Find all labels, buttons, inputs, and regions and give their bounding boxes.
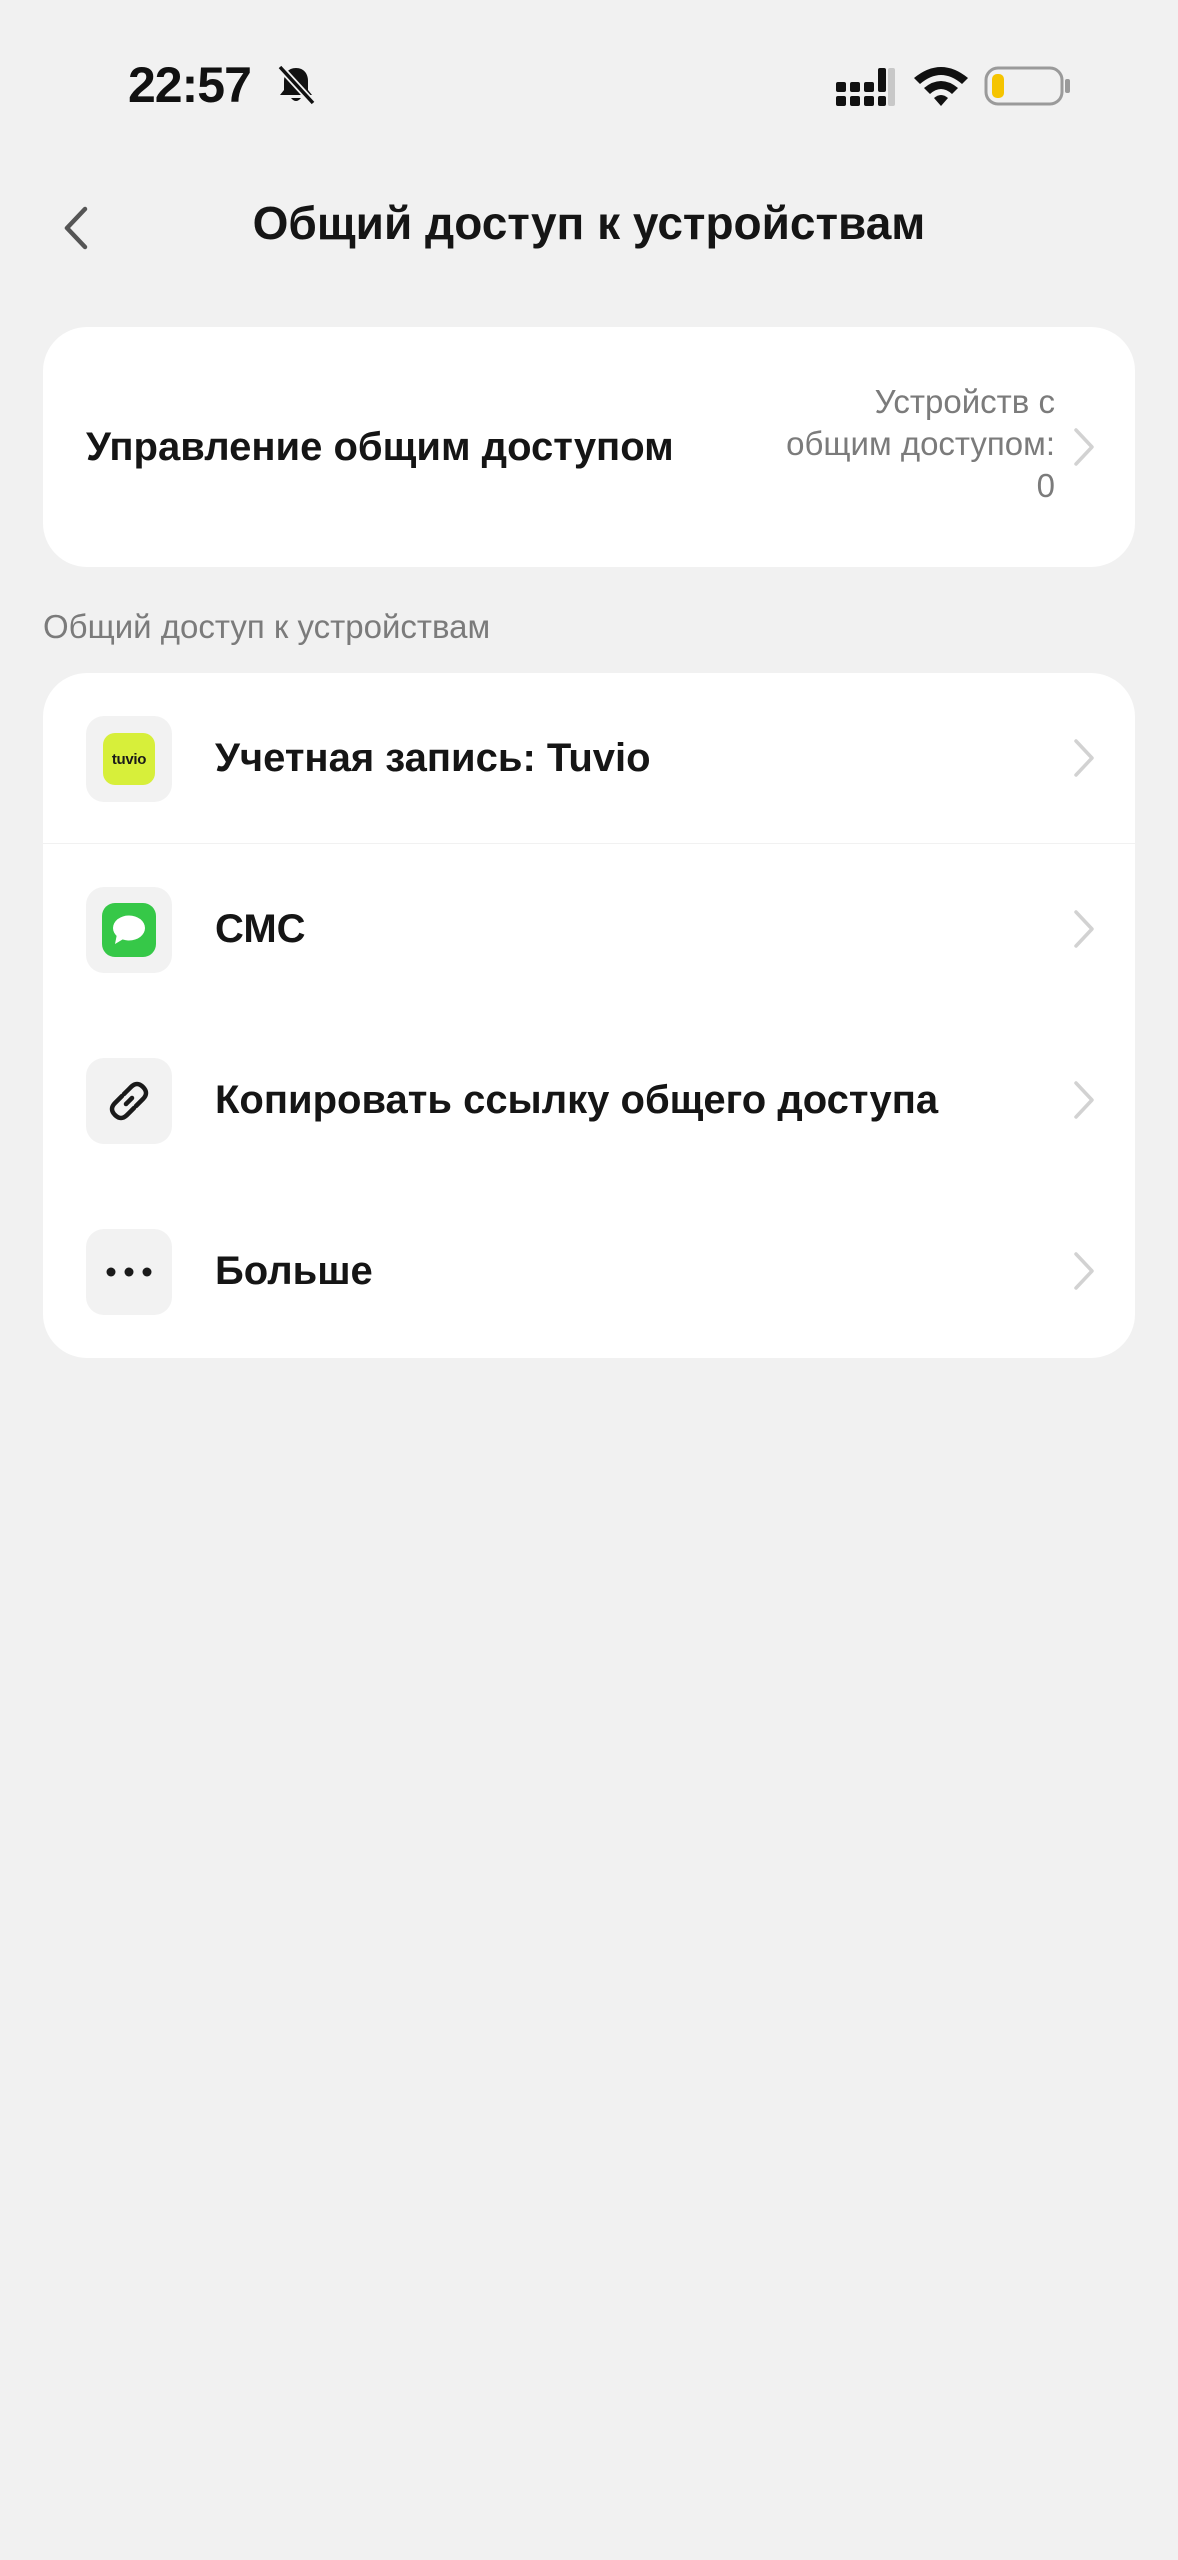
- share-item-label: Больше: [215, 1249, 373, 1293]
- tuvio-logo-icon: tuvio: [103, 733, 155, 785]
- share-options-card: tuvio Учетная запись: Tuvio СМС Копирова…: [43, 673, 1135, 1358]
- share-item-more[interactable]: Больше: [43, 1186, 1135, 1357]
- wifi-icon: [914, 67, 968, 106]
- speech-bubble-icon: [113, 915, 145, 944]
- nav-header: Общий доступ к устройствам: [0, 170, 1178, 280]
- icon-box: [86, 1058, 172, 1144]
- bell-muted-icon: [277, 64, 316, 106]
- share-item-label: СМС: [215, 907, 306, 951]
- chevron-right-icon: [1074, 1081, 1094, 1119]
- message-icon: [102, 903, 156, 957]
- icon-box: tuvio: [86, 716, 172, 802]
- chevron-right-icon: [1074, 428, 1094, 466]
- manage-sharing-card: Управление общим доступом Устройств с об…: [43, 327, 1135, 567]
- chevron-right-icon: [1074, 739, 1094, 777]
- chevron-right-icon: [1074, 1252, 1094, 1290]
- share-item-tuvio-account[interactable]: tuvio Учетная запись: Tuvio: [43, 673, 1135, 844]
- battery-low-icon: [984, 66, 1070, 106]
- signal-icon: [836, 68, 895, 106]
- status-bar: 22:57: [0, 0, 1178, 170]
- icon-box: [86, 1229, 172, 1315]
- share-item-sms[interactable]: СМС: [43, 844, 1135, 1015]
- shared-devices-count: Устройств с общим доступом: 0: [786, 383, 1055, 504]
- share-item-copy-link[interactable]: Копировать ссылку общего доступа: [43, 1015, 1135, 1186]
- share-item-label: Копировать ссылку общего доступа: [215, 1078, 939, 1122]
- link-icon: [109, 1081, 149, 1121]
- status-time: 22:57: [128, 57, 252, 113]
- chevron-right-icon: [1074, 910, 1094, 948]
- section-label: Общий доступ к устройствам: [43, 608, 491, 645]
- share-item-label: Учетная запись: Tuvio: [215, 736, 651, 780]
- icon-box: [86, 887, 172, 973]
- more-dots-icon: [106, 1267, 152, 1277]
- manage-sharing-label: Управление общим доступом: [86, 424, 674, 469]
- manage-sharing-row[interactable]: Управление общим доступом Устройств с об…: [43, 327, 1135, 567]
- page-title: Общий доступ к устройствам: [252, 197, 926, 249]
